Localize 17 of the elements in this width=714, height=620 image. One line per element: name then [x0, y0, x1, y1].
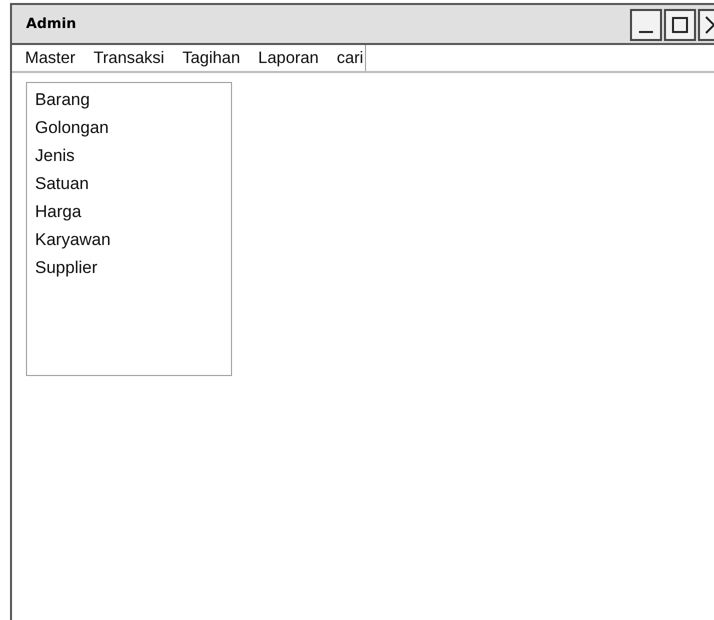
- list-item[interactable]: Supplier: [35, 254, 98, 282]
- window-title: Admin: [26, 16, 78, 32]
- list-item[interactable]: Golongan: [35, 114, 109, 142]
- minimize-button[interactable]: [630, 9, 662, 41]
- maximize-button[interactable]: [664, 9, 696, 41]
- list-item[interactable]: Harga: [35, 198, 82, 226]
- list-item[interactable]: Satuan: [35, 170, 89, 198]
- menu-item[interactable]: Master: [25, 45, 76, 71]
- maximize-icon: [670, 15, 690, 35]
- menu-item[interactable]: cari: [336, 45, 364, 71]
- menu-item[interactable]: Laporan: [258, 45, 319, 71]
- menu-item[interactable]: Transaksi: [93, 45, 164, 71]
- list-item[interactable]: Karyawan: [35, 226, 111, 254]
- minimize-icon: [639, 31, 653, 33]
- list-item[interactable]: Barang: [35, 86, 90, 114]
- list-item[interactable]: Jenis: [35, 142, 75, 170]
- menu-item[interactable]: Tagihan: [182, 45, 240, 71]
